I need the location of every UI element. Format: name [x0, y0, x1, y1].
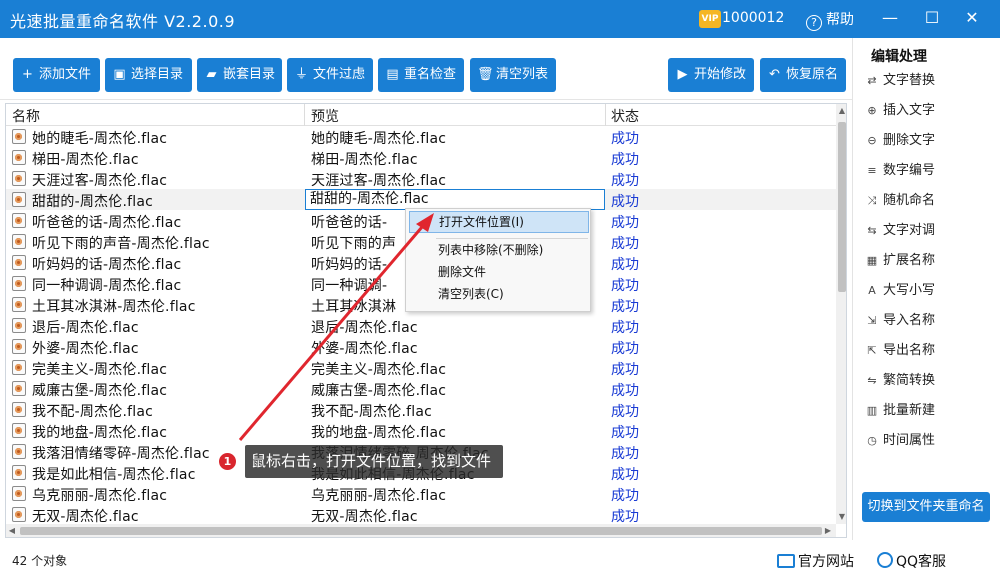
sidebar-item-label: 批量新建 — [883, 403, 936, 418]
convert-icon: ⇋ — [867, 374, 877, 387]
sidebar-item-label: 删除文字 — [883, 133, 936, 148]
replace-icon: ⇄ — [867, 74, 877, 87]
sidebar-item-case[interactable]: A 大写小写 — [865, 280, 935, 302]
sidebar-item-label: 导入名称 — [883, 313, 936, 328]
sidebar-title: 编辑处理 — [871, 49, 927, 65]
sidebar-item-export[interactable]: ⇱ 导出名称 — [865, 340, 935, 362]
sidebar-item-label: 文字对调 — [883, 223, 936, 238]
sidebar-item-label: 文字替换 — [883, 73, 936, 88]
sidebar-item-extension[interactable]: ▦ 扩展名称 — [865, 250, 935, 272]
sidebar-item-label: 插入文字 — [883, 103, 936, 118]
import-icon: ⇲ — [867, 314, 877, 327]
sidebar-item-replace[interactable]: ⇄ 文字替换 — [865, 70, 935, 92]
annotation-arrow-line — [238, 219, 430, 441]
sidebar-item-numbering[interactable]: ≡ 数字编号 — [865, 160, 935, 182]
clock-icon: ◷ — [867, 434, 877, 447]
sidebar-item-label: 导出名称 — [883, 343, 936, 358]
sidebar-item-insert-text[interactable]: ⊕ 插入文字 — [865, 100, 935, 122]
sidebar-item-label: 数字编号 — [883, 163, 936, 178]
sidebar-item-delete-text[interactable]: ⊖ 删除文字 — [865, 130, 935, 152]
annotation-step-badge: 1 — [217, 451, 238, 472]
annotation-tooltip: 鼠标右击，打开文件位置，找到文件 — [245, 445, 504, 478]
batch-new-icon: ▥ — [866, 404, 878, 417]
sidebar-item-clock[interactable]: ◷ 时间属性 — [865, 430, 935, 452]
numbering-icon: ≡ — [867, 164, 877, 177]
official-website-label: 官方网站 — [798, 554, 854, 570]
object-count: 42 个对象 — [12, 554, 68, 568]
sidebar-item-convert[interactable]: ⇋ 繁简转换 — [865, 370, 935, 392]
sidebar-item-label: 大写小写 — [883, 283, 936, 298]
qq-support-link[interactable]: QQ客服 — [877, 551, 946, 571]
delete-text-icon: ⊖ — [867, 134, 877, 147]
official-website-link[interactable]: 官方网站 — [777, 551, 854, 571]
monitor-icon — [777, 554, 795, 568]
sidebar-item-batch-new[interactable]: ▥ 批量新建 — [865, 400, 935, 422]
sidebar-item-label: 扩展名称 — [883, 253, 936, 268]
switch-to-folder-rename-button[interactable]: 切换到文件夹重命名 — [862, 492, 990, 522]
insert-text-icon: ⊕ — [867, 104, 877, 117]
shuffle-icon: ⤨ — [867, 194, 877, 207]
case-icon: A — [868, 284, 876, 297]
annotation-arrow — [238, 213, 434, 441]
sidebar-item-label: 随机命名 — [883, 193, 936, 208]
qq-support-label: QQ客服 — [896, 554, 947, 570]
sidebar-item-label: 繁简转换 — [883, 373, 936, 388]
sidebar-item-swap[interactable]: ⇆ 文字对调 — [865, 220, 935, 242]
sidebar-item-import[interactable]: ⇲ 导入名称 — [865, 310, 935, 332]
sidebar-item-label: 时间属性 — [883, 433, 936, 448]
sidebar-item-shuffle[interactable]: ⤨ 随机命名 — [865, 190, 935, 212]
export-icon: ⇱ — [867, 344, 877, 357]
swap-icon: ⇆ — [867, 224, 877, 237]
status-bar: 42 个对象 官方网站 QQ客服 — [0, 540, 1000, 580]
qq-icon — [877, 552, 893, 568]
edit-sidebar: 编辑处理 ⇄ 文字替换 ⊕ 插入文字 ⊖ 删除文字 ≡ 数字编号 ⤨ 随机命名 ⇆ 文字对调 ▦ 扩展名称… — [852, 38, 1000, 540]
extension-icon: ▦ — [866, 254, 878, 267]
